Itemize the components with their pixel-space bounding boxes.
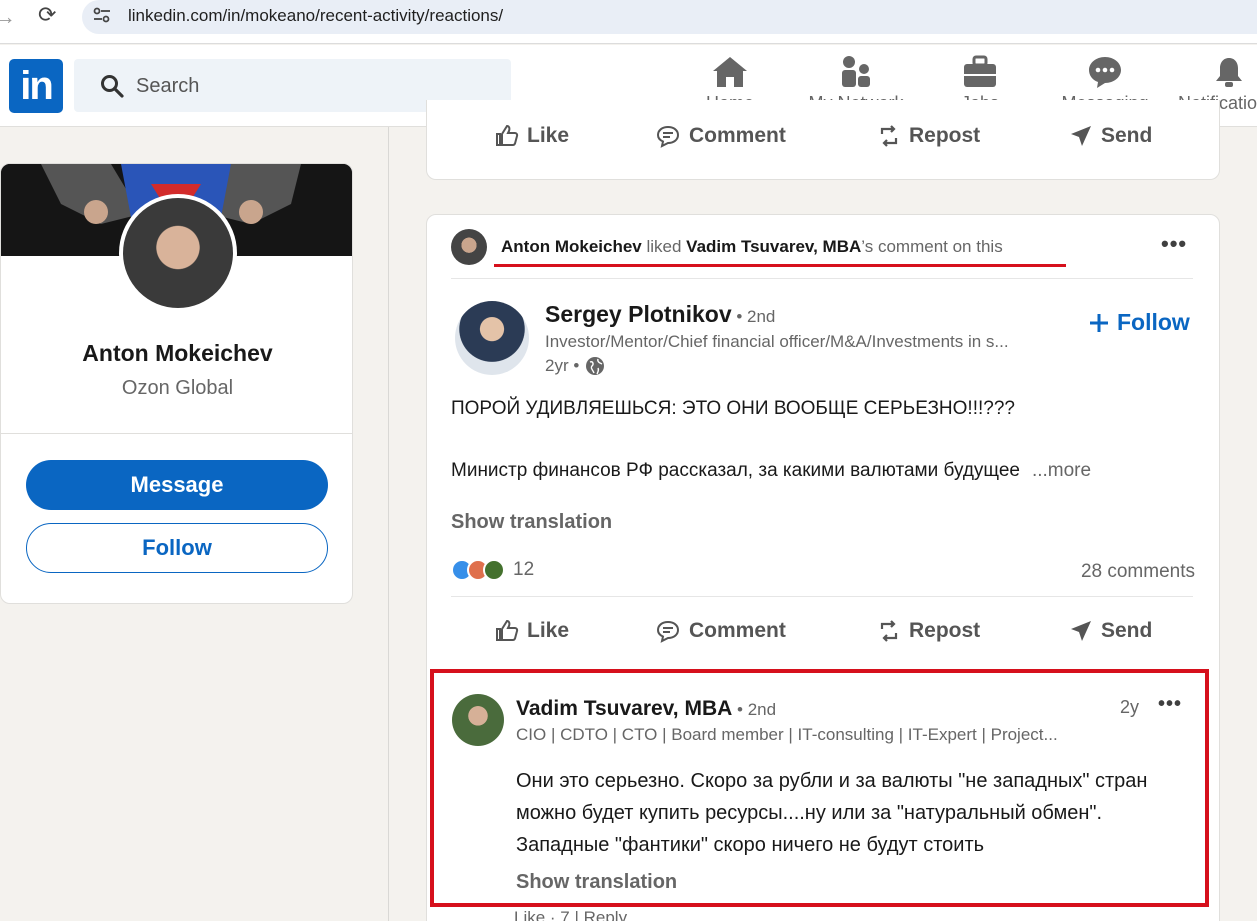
comment-label: Comment [689,619,786,642]
post-follow-label: Follow [1117,309,1190,335]
author-avatar[interactable] [455,301,529,375]
my-network-icon [842,56,870,87]
linkedin-logo[interactable]: in [9,59,63,113]
profile-card: Anton Mokeichev Ozon Global Message Foll… [0,163,353,604]
comment-show-translation-link[interactable]: Show translation [516,871,677,894]
jobs-icon [964,55,996,87]
highlighted-comment: Vadim Tsuvarev, MBA • 2nd CIO | CDTO | C… [430,669,1209,907]
post-actions: Like Comment Repost Send [427,619,1219,655]
send-button[interactable]: Send [1069,619,1152,643]
comment-button[interactable]: Comment [655,619,786,643]
activity-suffix: ’s comment on this [861,237,1003,256]
post-text-line2: Министр финансов РФ рассказал, за какими… [451,460,1091,482]
reaction-count: 12 [513,559,535,580]
reload-icon[interactable]: ⟳ [38,2,56,28]
comment-author-name[interactable]: Vadim Tsuvarev, MBA • 2nd [516,697,776,721]
comments-count[interactable]: 28 comments [1081,561,1195,583]
profile-company: Ozon Global [121,377,234,399]
comment-actions-cutoff[interactable]: Like · 7 | Reply [514,908,627,921]
show-translation-link[interactable]: Show translation [451,511,612,534]
like-label: Like [527,124,570,147]
activity-text: Anton Mokeichev liked Vadim Tsuvarev, MB… [501,237,1003,257]
address-bar[interactable]: linkedin.com/in/mokeano/recent-activity/… [82,0,1257,34]
home-icon [713,57,747,87]
profile-follow-button[interactable]: Follow [26,523,328,573]
plus-icon [1090,313,1108,332]
profile-name[interactable]: Anton Mokeichev [1,340,352,367]
send-button[interactable]: Send [1069,124,1152,148]
previous-post-actions: Like Comment Repost Send [427,124,1219,160]
column-divider [388,127,389,921]
reactions-summary[interactable]: 12 [451,559,534,581]
funny-reaction-icon [483,559,505,581]
site-settings-icon[interactable] [92,5,112,25]
comment-more-options-icon[interactable]: ••• [1158,693,1182,716]
see-more-link[interactable]: ...more [1032,460,1091,481]
repost-icon [880,620,898,642]
search-icon [101,75,124,98]
repost-label: Repost [909,619,981,642]
like-button[interactable]: Like [495,124,569,148]
like-icon [496,619,519,641]
notifications-icon [1216,58,1242,87]
profile-avatar[interactable] [119,194,237,312]
send-label: Send [1101,124,1153,147]
comment-label: Comment [689,124,786,147]
message-button[interactable]: Message [26,460,328,510]
stats-separator [451,596,1193,597]
post-text-line2-content: Министр финансов РФ рассказал, за какими… [451,460,1020,481]
author-name[interactable]: Sergey Plotnikov • 2nd [545,301,775,328]
like-label: Like [527,619,570,642]
activity-actor[interactable]: Anton Mokeichev [501,237,642,256]
address-url[interactable]: linkedin.com/in/mokeano/recent-activity/… [128,6,503,26]
author-name-text: Sergey Plotnikov [545,301,732,327]
activity-target[interactable]: Vadim Tsuvarev, MBA [686,237,861,256]
send-icon [1071,621,1091,641]
comment-author-headline: CIO | CDTO | CTO | Board member | IT-con… [516,725,1058,744]
send-icon [1071,126,1091,146]
comment-button[interactable]: Comment [655,124,786,148]
back-arrow-icon[interactable]: → [0,4,16,30]
author-time-text: 2yr • [545,356,580,375]
previous-post-card: Like Comment Repost Send [426,100,1220,180]
like-button[interactable]: Like [495,619,569,643]
annotation-underline [494,264,1066,267]
comment-author-degree: • 2nd [732,700,777,719]
messaging-icon [1089,57,1121,88]
comment-icon [656,125,680,148]
actor-avatar[interactable] [451,229,487,265]
repost-button[interactable]: Repost [877,619,980,643]
search-input[interactable] [136,73,486,99]
browser-toolbar: → ⟳ linkedin.com/in/mokeano/recent-activ… [0,0,1257,44]
activity-separator [451,278,1193,279]
author-headline: Investor/Mentor/Chief financial officer/… [545,332,1009,351]
globe-icon [586,357,605,375]
comment-time: 2y [1120,697,1140,717]
post-text-line1: ПОРОЙ УДИВЛЯЕШЬСЯ: ЭТО ОНИ ВООБЩЕ СЕРЬЕЗ… [451,398,1015,419]
post-more-options-icon[interactable]: ••• [1161,231,1187,257]
author-time: 2yr • [545,356,605,376]
repost-icon [880,125,898,147]
activity-verb: liked [641,237,687,256]
comment-icon [656,620,680,643]
send-label: Send [1101,619,1153,642]
activity-header: Anton Mokeichev liked Vadim Tsuvarev, MB… [451,229,1003,265]
profile-divider [1,433,352,434]
comment-author-avatar[interactable] [452,694,504,746]
author-degree: • 2nd [731,307,776,326]
repost-button[interactable]: Repost [877,124,980,148]
like-icon [496,124,519,146]
post-follow-button[interactable]: Follow [1089,309,1190,336]
comment-text: Они это серьезно. Скоро за рубли и за ва… [516,770,1148,856]
repost-label: Repost [909,124,981,147]
comment-author-name-text: Vadim Tsuvarev, MBA [516,697,733,720]
